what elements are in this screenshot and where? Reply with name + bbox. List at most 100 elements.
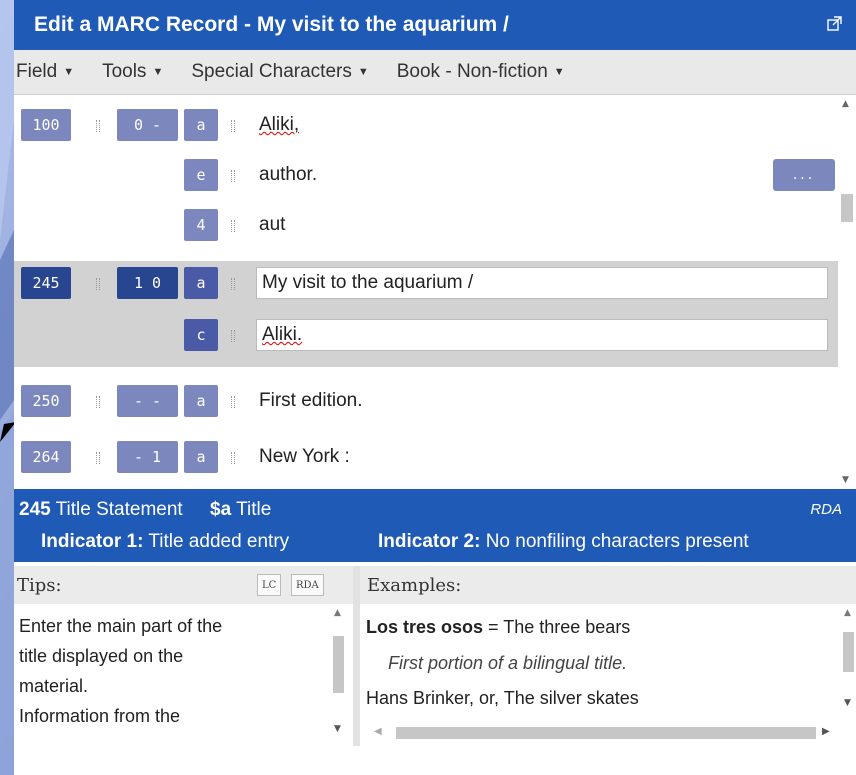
- menu-special-characters[interactable]: Special Characters ▼: [185, 61, 380, 83]
- field-tag[interactable]: 250: [21, 385, 71, 417]
- field-indicators[interactable]: - 1: [117, 441, 178, 473]
- drag-handle[interactable]: [96, 278, 100, 290]
- lc-button[interactable]: LC: [257, 574, 282, 596]
- field-indicators[interactable]: 1 0: [117, 267, 178, 299]
- scroll-right-icon[interactable]: ▶: [822, 726, 830, 737]
- drag-handle[interactable]: [96, 120, 100, 132]
- scrollbar-thumb[interactable]: [843, 632, 854, 672]
- examples-vertical-scrollbar[interactable]: ▲ ▼: [840, 604, 856, 718]
- drag-handle[interactable]: [231, 330, 235, 342]
- field-indicators[interactable]: - -: [117, 385, 178, 417]
- subfield-code[interactable]: a: [184, 441, 218, 473]
- drag-handle[interactable]: [96, 452, 100, 464]
- subfield-value[interactable]: author.: [254, 159, 838, 191]
- example-1-note: First portion of a bilingual title.: [388, 653, 628, 673]
- drag-handle[interactable]: [231, 396, 235, 408]
- info-field-name: Title Statement: [55, 499, 183, 520]
- menu-label: Book - Non-fiction: [396, 61, 548, 82]
- scrollbar-thumb[interactable]: [396, 727, 816, 739]
- record-editor: 100 0 - a Aliki, e author. 4 aut 245 1 0…: [14, 95, 856, 490]
- menu-label: Tools: [102, 61, 147, 82]
- field-tag[interactable]: 100: [21, 109, 71, 141]
- caret-down-icon: ▼: [357, 66, 369, 78]
- field-row: 100 0 - a Aliki,: [14, 101, 838, 149]
- subfield-text: Aliki,: [259, 114, 300, 135]
- caret-down-icon: ▼: [152, 66, 164, 78]
- subfield-code[interactable]: a: [184, 267, 218, 299]
- menu-bar: Field ▼ Tools ▼ Special Characters ▼ Book -…: [14, 50, 856, 95]
- scrollbar-thumb[interactable]: [841, 194, 853, 222]
- drag-handle[interactable]: [231, 120, 235, 132]
- scroll-down-icon[interactable]: ▼: [844, 698, 851, 708]
- field-info-bar: 245 Title Statement $a Title RDA Indicat…: [14, 489, 856, 562]
- drag-handle[interactable]: [231, 278, 235, 290]
- external-link-icon[interactable]: [827, 15, 842, 35]
- subfield-value[interactable]: Aliki,: [254, 109, 838, 141]
- menu-tools[interactable]: Tools ▼: [96, 61, 175, 83]
- tips-line: Enter the main part of the: [19, 616, 223, 636]
- examples-header: Examples:: [360, 566, 856, 604]
- scroll-left-icon[interactable]: ◀: [374, 726, 382, 737]
- tips-header: Tips: LC RDA: [14, 566, 353, 604]
- field-tag[interactable]: 245: [21, 267, 71, 299]
- menu-label: Field: [16, 61, 58, 82]
- scrollbar-thumb[interactable]: [333, 636, 344, 693]
- indicator-1-label: Indicator 1:: [41, 531, 144, 552]
- scroll-down-icon[interactable]: ▼: [334, 724, 341, 734]
- subfield-code[interactable]: c: [184, 319, 218, 351]
- field-indicators[interactable]: 0 -: [117, 109, 178, 141]
- window-title: Edit a MARC Record - My visit to the aqu…: [34, 13, 509, 36]
- tips-line: Information from the: [19, 706, 181, 726]
- indicator-1-value: Title added entry: [148, 531, 290, 552]
- subfield-code[interactable]: a: [184, 109, 218, 141]
- menu-field[interactable]: Field ▼: [14, 61, 86, 83]
- info-tag: 245: [19, 499, 51, 520]
- tips-line: material.: [19, 676, 89, 696]
- subfield-code[interactable]: 4: [184, 209, 218, 241]
- info-standard: RDA: [810, 501, 842, 518]
- field-tag[interactable]: 264: [21, 441, 71, 473]
- examples-horizontal-scrollbar[interactable]: ◀ ▶: [366, 722, 840, 744]
- caret-down-icon: ▼: [553, 66, 565, 78]
- subfield-code[interactable]: e: [184, 159, 218, 191]
- example-1-rest: = The three bears: [483, 617, 631, 637]
- panel-divider[interactable]: [353, 566, 360, 746]
- info-subfield-name: Title: [236, 499, 272, 520]
- scroll-up-icon[interactable]: ▲: [842, 99, 849, 109]
- menu-workform[interactable]: Book - Non-fiction ▼: [391, 61, 577, 83]
- subfield-code[interactable]: a: [184, 385, 218, 417]
- info-subfield-code: $a: [210, 499, 232, 520]
- field-row-selected: 245 1 0 a My visit to the aquarium / c A…: [14, 261, 838, 367]
- field-info-heading: 245 Title Statement $a Title: [19, 499, 271, 521]
- drag-handle[interactable]: [96, 396, 100, 408]
- caret-down-icon: ▼: [63, 66, 75, 78]
- menu-label: Special Characters: [191, 61, 352, 82]
- tips-scrollbar[interactable]: ▲ ▼: [327, 604, 351, 746]
- example-1-bold: Los tres osos: [366, 617, 484, 637]
- subfield-input[interactable]: My visit to the aquarium /: [256, 267, 828, 299]
- indicator-1-info: Indicator 1: Title added entry: [41, 531, 289, 553]
- titlebar: Edit a MARC Record - My visit to the aqu…: [14, 0, 856, 50]
- rda-button[interactable]: RDA: [291, 574, 324, 596]
- scroll-down-icon[interactable]: ▼: [842, 475, 849, 485]
- indicator-2-info: Indicator 2: No nonfiling characters pre…: [378, 531, 749, 553]
- tips-heading: Tips:: [17, 574, 62, 596]
- example-2: Hans Brinker, or, The silver skates: [366, 688, 639, 708]
- tips-content: Enter the main part of the title display…: [14, 604, 325, 746]
- subfield-input[interactable]: Aliki.: [256, 319, 828, 351]
- scroll-up-icon[interactable]: ▲: [844, 608, 851, 618]
- indicator-2-label: Indicator 2:: [378, 531, 481, 552]
- subfield-value[interactable]: First edition.: [254, 385, 838, 417]
- subfield-row: e author.: [14, 151, 838, 199]
- subfield-text: Aliki.: [262, 324, 303, 345]
- tips-line: title displayed on the: [19, 646, 184, 666]
- more-options-button[interactable]: ...: [773, 159, 835, 191]
- drag-handle[interactable]: [231, 170, 235, 182]
- field-row: 264 - 1 a New York :: [14, 433, 838, 481]
- subfield-value[interactable]: aut: [254, 209, 838, 241]
- subfield-value[interactable]: New York :: [254, 441, 838, 473]
- scroll-up-icon[interactable]: ▲: [334, 608, 341, 618]
- drag-handle[interactable]: [231, 220, 235, 232]
- editor-scrollbar[interactable]: ▲ ▼: [838, 95, 856, 489]
- drag-handle[interactable]: [231, 452, 235, 464]
